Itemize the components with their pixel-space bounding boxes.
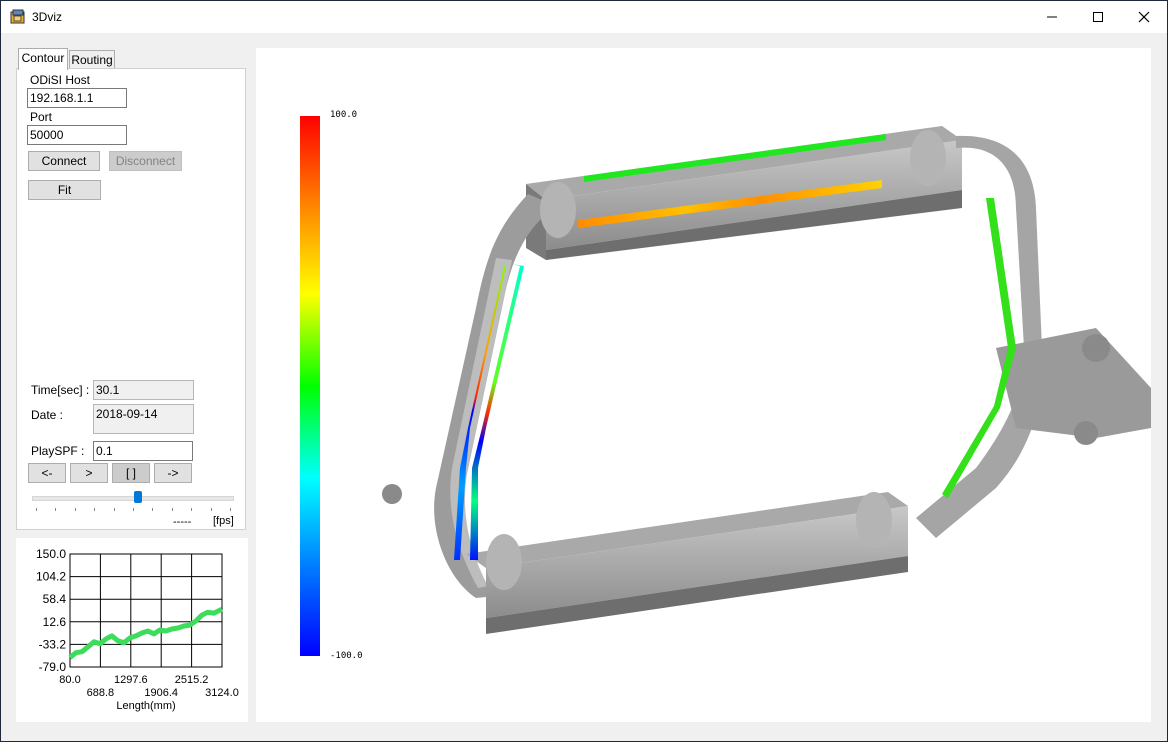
y-tick-label: 150.0	[36, 547, 66, 561]
x-tick-label: 2515.2	[175, 674, 209, 686]
plot-area	[69, 553, 223, 668]
y-tick-label: -79.0	[39, 660, 67, 674]
step-forward-button[interactable]: ->	[154, 463, 192, 483]
step-back-button[interactable]: <-	[28, 463, 66, 483]
slider-tick	[94, 508, 96, 511]
maximize-button[interactable]	[1075, 1, 1121, 33]
slider-tick	[152, 508, 154, 511]
y-tick-label: 104.2	[36, 570, 66, 584]
3d-viewport[interactable]: 100.0 -100.0	[256, 48, 1151, 722]
fit-button[interactable]: Fit	[28, 180, 101, 200]
color-scale-bar	[300, 116, 320, 656]
slider-tick	[133, 508, 134, 511]
strain-plot: 150.0 104.2 58.4 12.6 -33.2 -79.080.0 1297.6 25…	[36, 547, 239, 712]
disconnect-button[interactable]: Disconnect	[109, 151, 182, 171]
close-icon	[1138, 11, 1150, 23]
title-bar: 3Dviz	[1, 1, 1167, 33]
slider-tick	[55, 508, 57, 511]
app-icon	[10, 9, 25, 24]
fps-unit: [fps]	[213, 515, 234, 527]
date-field: 2018-09-14	[93, 404, 194, 434]
slider-tick	[171, 508, 173, 511]
stop-button[interactable]: [ ]	[112, 463, 150, 483]
playspf-label: PlaySPF :	[31, 444, 85, 458]
x-axis-label: Length(mm)	[116, 700, 175, 712]
odisi-host-label: ODiSI Host	[30, 73, 91, 87]
slider-tick	[230, 508, 231, 511]
color-scale-max: 100.0	[330, 110, 358, 120]
window-title: 3Dviz	[32, 10, 63, 24]
frame-model	[382, 126, 1151, 634]
x-tick-label: 80.0	[59, 674, 80, 686]
slider-tick	[191, 508, 193, 511]
x-tick-label: 688.8	[87, 687, 115, 699]
slider-thumb[interactable]	[134, 491, 142, 503]
close-button[interactable]	[1121, 1, 1167, 33]
odisi-host-input[interactable]: 192.168.1.1	[27, 88, 127, 108]
y-tick-label: 12.6	[43, 615, 67, 629]
maximize-icon	[1093, 12, 1103, 22]
x-tick-label: 3124.0	[205, 687, 239, 699]
date-label: Date :	[31, 408, 64, 422]
time-field: 30.1	[93, 380, 194, 400]
playback-slider[interactable]	[32, 496, 234, 501]
fps-value: -----	[173, 516, 192, 528]
slider-tick	[74, 508, 76, 511]
playspf-input[interactable]: 0.1	[93, 441, 193, 461]
x-tick-label: 1906.4	[144, 687, 178, 699]
strain-plot-panel: 150.0 104.2 58.4 12.6 -33.2 -79.0 80.0 1297.6 25…	[16, 538, 248, 722]
minimize-icon	[1047, 16, 1057, 18]
slider-tick	[36, 508, 37, 511]
port-label: Port	[30, 110, 53, 124]
y-tick-label: 58.4	[43, 592, 67, 606]
color-scale-min: -100.0	[330, 651, 363, 661]
slider-tick	[210, 508, 212, 511]
connect-button[interactable]: Connect	[28, 151, 100, 171]
slider-tick	[113, 508, 115, 511]
x-tick-label: 1297.6	[114, 674, 148, 686]
tab-contour[interactable]: Contour	[18, 48, 68, 70]
minimize-button[interactable]	[1029, 1, 1075, 33]
port-input[interactable]: 50000	[27, 125, 127, 145]
tab-routing[interactable]: Routing	[69, 50, 115, 70]
y-tick-label: -33.2	[39, 637, 67, 651]
play-button[interactable]: >	[70, 463, 108, 483]
time-label: Time[sec] :	[31, 383, 90, 397]
